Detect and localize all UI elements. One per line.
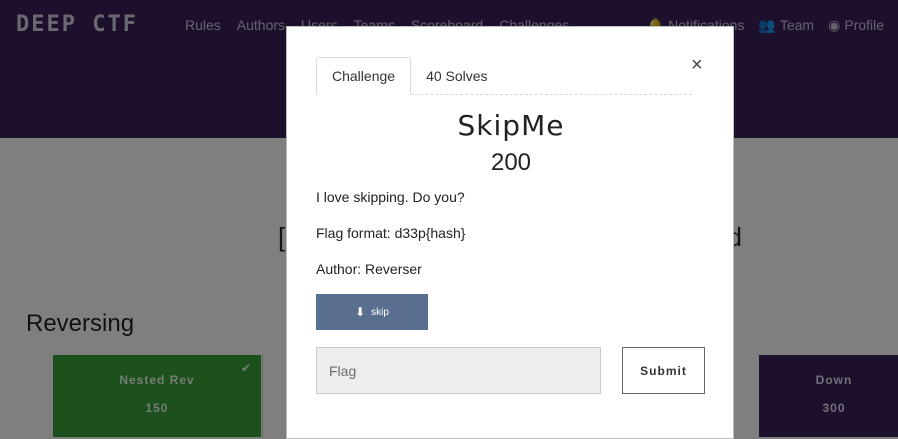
submit-button[interactable]: Submit — [622, 347, 705, 394]
file-download-button[interactable]: ⬇ skip — [316, 294, 428, 330]
challenge-description: I love skipping. Do you? — [316, 189, 465, 205]
close-icon[interactable]: × — [691, 55, 703, 75]
challenge-name: SkipMe — [457, 109, 565, 142]
tab-solves[interactable]: 40 Solves — [411, 57, 502, 95]
challenge-value: 200 — [490, 149, 532, 176]
flag-format-text: Flag format: d33p{hash} — [316, 225, 466, 241]
file-download-label: skip — [371, 306, 389, 318]
modal-tabs: Challenge 40 Solves — [316, 57, 692, 95]
flag-input[interactable] — [316, 347, 601, 394]
challenge-modal: Challenge 40 Solves × SkipMe 200 I love … — [286, 26, 734, 439]
download-icon: ⬇ — [355, 305, 366, 319]
author-text: Author: Reverser — [316, 261, 422, 277]
tab-challenge[interactable]: Challenge — [316, 57, 412, 95]
